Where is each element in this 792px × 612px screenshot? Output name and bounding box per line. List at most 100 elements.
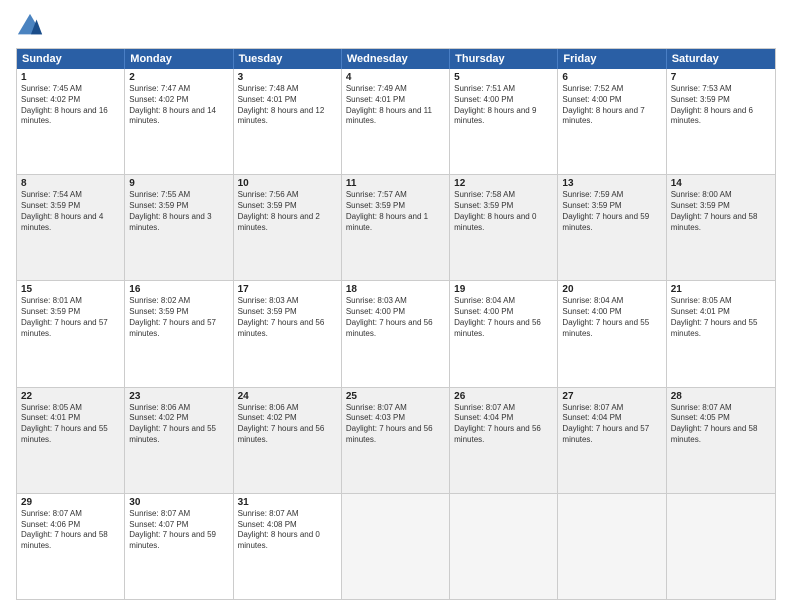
day-number: 3 [238, 72, 337, 83]
day-number: 14 [671, 178, 771, 189]
day-number: 29 [21, 497, 120, 508]
day-number: 18 [346, 284, 445, 295]
cal-cell-day-30: 30Sunrise: 8:07 AMSunset: 4:07 PMDayligh… [125, 494, 233, 599]
cal-cell-day-1: 1Sunrise: 7:45 AMSunset: 4:02 PMDaylight… [17, 69, 125, 174]
day-info: Sunrise: 8:07 AMSunset: 4:06 PMDaylight:… [21, 509, 120, 552]
day-number: 26 [454, 391, 553, 402]
cal-cell-day-29: 29Sunrise: 8:07 AMSunset: 4:06 PMDayligh… [17, 494, 125, 599]
calendar-header: SundayMondayTuesdayWednesdayThursdayFrid… [17, 49, 775, 69]
day-number: 31 [238, 497, 337, 508]
day-number: 2 [129, 72, 228, 83]
cal-header-monday: Monday [125, 49, 233, 69]
day-info: Sunrise: 8:02 AMSunset: 3:59 PMDaylight:… [129, 296, 228, 339]
day-info: Sunrise: 8:04 AMSunset: 4:00 PMDaylight:… [454, 296, 553, 339]
cal-cell-day-13: 13Sunrise: 7:59 AMSunset: 3:59 PMDayligh… [558, 175, 666, 280]
cal-cell-day-12: 12Sunrise: 7:58 AMSunset: 3:59 PMDayligh… [450, 175, 558, 280]
cal-cell-empty [342, 494, 450, 599]
cal-header-friday: Friday [558, 49, 666, 69]
cal-cell-empty [667, 494, 775, 599]
day-info: Sunrise: 8:07 AMSunset: 4:05 PMDaylight:… [671, 403, 771, 446]
cal-cell-day-2: 2Sunrise: 7:47 AMSunset: 4:02 PMDaylight… [125, 69, 233, 174]
cal-cell-empty [450, 494, 558, 599]
day-number: 19 [454, 284, 553, 295]
day-info: Sunrise: 7:53 AMSunset: 3:59 PMDaylight:… [671, 84, 771, 127]
cal-cell-day-6: 6Sunrise: 7:52 AMSunset: 4:00 PMDaylight… [558, 69, 666, 174]
cal-cell-day-25: 25Sunrise: 8:07 AMSunset: 4:03 PMDayligh… [342, 388, 450, 493]
day-info: Sunrise: 8:07 AMSunset: 4:07 PMDaylight:… [129, 509, 228, 552]
day-info: Sunrise: 7:48 AMSunset: 4:01 PMDaylight:… [238, 84, 337, 127]
day-info: Sunrise: 7:54 AMSunset: 3:59 PMDaylight:… [21, 190, 120, 233]
day-info: Sunrise: 8:00 AMSunset: 3:59 PMDaylight:… [671, 190, 771, 233]
cal-cell-day-20: 20Sunrise: 8:04 AMSunset: 4:00 PMDayligh… [558, 281, 666, 386]
day-number: 5 [454, 72, 553, 83]
logo-icon [16, 12, 44, 40]
day-info: Sunrise: 8:01 AMSunset: 3:59 PMDaylight:… [21, 296, 120, 339]
day-info: Sunrise: 8:05 AMSunset: 4:01 PMDaylight:… [21, 403, 120, 446]
day-number: 24 [238, 391, 337, 402]
day-info: Sunrise: 8:04 AMSunset: 4:00 PMDaylight:… [562, 296, 661, 339]
page: SundayMondayTuesdayWednesdayThursdayFrid… [0, 0, 792, 612]
cal-cell-day-27: 27Sunrise: 8:07 AMSunset: 4:04 PMDayligh… [558, 388, 666, 493]
day-info: Sunrise: 8:06 AMSunset: 4:02 PMDaylight:… [238, 403, 337, 446]
day-number: 12 [454, 178, 553, 189]
cal-cell-day-31: 31Sunrise: 8:07 AMSunset: 4:08 PMDayligh… [234, 494, 342, 599]
day-number: 1 [21, 72, 120, 83]
cal-cell-day-18: 18Sunrise: 8:03 AMSunset: 4:00 PMDayligh… [342, 281, 450, 386]
day-number: 13 [562, 178, 661, 189]
day-info: Sunrise: 8:03 AMSunset: 3:59 PMDaylight:… [238, 296, 337, 339]
day-info: Sunrise: 7:58 AMSunset: 3:59 PMDaylight:… [454, 190, 553, 233]
day-info: Sunrise: 7:47 AMSunset: 4:02 PMDaylight:… [129, 84, 228, 127]
cal-cell-day-14: 14Sunrise: 8:00 AMSunset: 3:59 PMDayligh… [667, 175, 775, 280]
day-info: Sunrise: 8:07 AMSunset: 4:04 PMDaylight:… [562, 403, 661, 446]
day-number: 17 [238, 284, 337, 295]
day-number: 7 [671, 72, 771, 83]
day-info: Sunrise: 7:56 AMSunset: 3:59 PMDaylight:… [238, 190, 337, 233]
day-info: Sunrise: 8:05 AMSunset: 4:01 PMDaylight:… [671, 296, 771, 339]
cal-cell-day-22: 22Sunrise: 8:05 AMSunset: 4:01 PMDayligh… [17, 388, 125, 493]
cal-cell-day-4: 4Sunrise: 7:49 AMSunset: 4:01 PMDaylight… [342, 69, 450, 174]
day-number: 16 [129, 284, 228, 295]
cal-cell-day-16: 16Sunrise: 8:02 AMSunset: 3:59 PMDayligh… [125, 281, 233, 386]
cal-cell-day-17: 17Sunrise: 8:03 AMSunset: 3:59 PMDayligh… [234, 281, 342, 386]
calendar: SundayMondayTuesdayWednesdayThursdayFrid… [16, 48, 776, 600]
day-number: 28 [671, 391, 771, 402]
cal-header-saturday: Saturday [667, 49, 775, 69]
cal-cell-empty [558, 494, 666, 599]
day-info: Sunrise: 8:06 AMSunset: 4:02 PMDaylight:… [129, 403, 228, 446]
day-number: 21 [671, 284, 771, 295]
day-info: Sunrise: 8:07 AMSunset: 4:03 PMDaylight:… [346, 403, 445, 446]
day-info: Sunrise: 7:57 AMSunset: 3:59 PMDaylight:… [346, 190, 445, 233]
cal-cell-day-24: 24Sunrise: 8:06 AMSunset: 4:02 PMDayligh… [234, 388, 342, 493]
day-number: 6 [562, 72, 661, 83]
cal-cell-day-11: 11Sunrise: 7:57 AMSunset: 3:59 PMDayligh… [342, 175, 450, 280]
day-info: Sunrise: 8:07 AMSunset: 4:08 PMDaylight:… [238, 509, 337, 552]
day-info: Sunrise: 8:03 AMSunset: 4:00 PMDaylight:… [346, 296, 445, 339]
cal-week-2: 8Sunrise: 7:54 AMSunset: 3:59 PMDaylight… [17, 175, 775, 281]
cal-header-tuesday: Tuesday [234, 49, 342, 69]
day-info: Sunrise: 8:07 AMSunset: 4:04 PMDaylight:… [454, 403, 553, 446]
day-number: 10 [238, 178, 337, 189]
day-info: Sunrise: 7:52 AMSunset: 4:00 PMDaylight:… [562, 84, 661, 127]
day-number: 4 [346, 72, 445, 83]
cal-cell-day-19: 19Sunrise: 8:04 AMSunset: 4:00 PMDayligh… [450, 281, 558, 386]
day-number: 8 [21, 178, 120, 189]
cal-cell-day-26: 26Sunrise: 8:07 AMSunset: 4:04 PMDayligh… [450, 388, 558, 493]
cal-header-sunday: Sunday [17, 49, 125, 69]
day-number: 23 [129, 391, 228, 402]
calendar-body: 1Sunrise: 7:45 AMSunset: 4:02 PMDaylight… [17, 69, 775, 599]
logo [16, 12, 48, 40]
day-number: 30 [129, 497, 228, 508]
day-info: Sunrise: 7:51 AMSunset: 4:00 PMDaylight:… [454, 84, 553, 127]
day-number: 27 [562, 391, 661, 402]
day-info: Sunrise: 7:55 AMSunset: 3:59 PMDaylight:… [129, 190, 228, 233]
cal-cell-day-28: 28Sunrise: 8:07 AMSunset: 4:05 PMDayligh… [667, 388, 775, 493]
day-number: 15 [21, 284, 120, 295]
cal-cell-day-8: 8Sunrise: 7:54 AMSunset: 3:59 PMDaylight… [17, 175, 125, 280]
header [16, 12, 776, 40]
cal-cell-day-10: 10Sunrise: 7:56 AMSunset: 3:59 PMDayligh… [234, 175, 342, 280]
cal-cell-day-21: 21Sunrise: 8:05 AMSunset: 4:01 PMDayligh… [667, 281, 775, 386]
cal-cell-day-15: 15Sunrise: 8:01 AMSunset: 3:59 PMDayligh… [17, 281, 125, 386]
day-number: 9 [129, 178, 228, 189]
cal-week-5: 29Sunrise: 8:07 AMSunset: 4:06 PMDayligh… [17, 494, 775, 599]
cal-week-3: 15Sunrise: 8:01 AMSunset: 3:59 PMDayligh… [17, 281, 775, 387]
